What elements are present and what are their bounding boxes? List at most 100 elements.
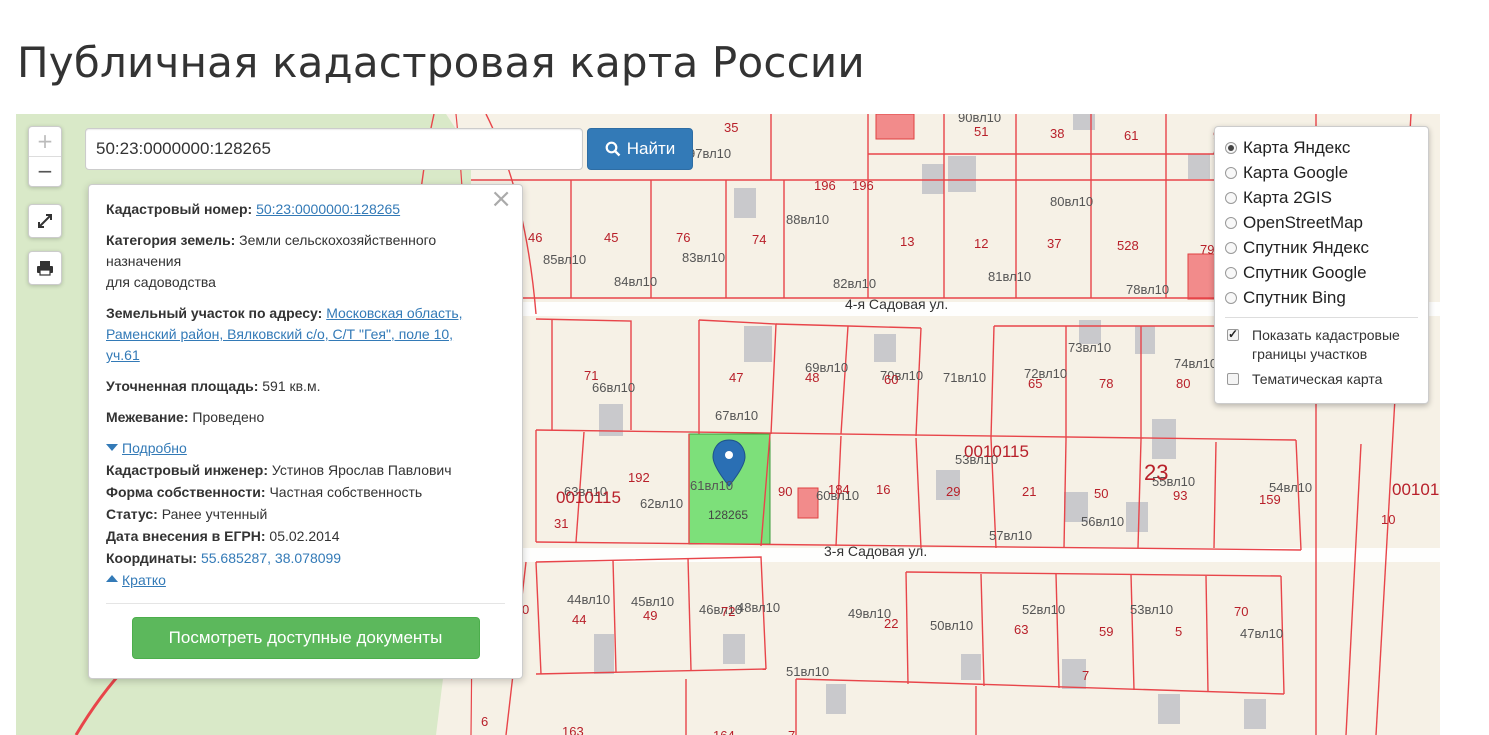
plot-label: 196: [852, 178, 874, 193]
land-category-value-3: для садоводства: [106, 274, 216, 290]
base-layer-options: Карта Яндекс Карта Google Карта 2GIS OpenSt…: [1225, 135, 1418, 310]
print-button[interactable]: [28, 251, 62, 285]
plot-label: 51: [974, 124, 989, 139]
street-label: 4-я Садовая ул.: [845, 296, 949, 312]
layer-radio[interactable]: [1225, 216, 1237, 229]
address-link-2[interactable]: Раменский район, Вялковский с/о, С/Т "Ге…: [106, 326, 453, 342]
quarter-label: 0010115: [556, 488, 621, 507]
plot-label: 74: [752, 232, 767, 247]
thematic-map-option[interactable]: Тематическая карта: [1225, 370, 1418, 389]
plot-label: 47: [729, 370, 744, 385]
street-label: 3-я Садовая ул.: [824, 543, 928, 559]
printer-icon: [37, 261, 53, 276]
area-label: Уточненная площадь:: [106, 378, 259, 394]
more-toggle[interactable]: Подробно: [122, 440, 187, 456]
coords-link[interactable]: 55.685287, 38.078099: [201, 550, 341, 566]
block-number-label: 23: [1144, 460, 1169, 485]
plot-label: 7: [788, 728, 795, 735]
plot-label: 97вл10: [688, 146, 732, 161]
quarter-label: 00101: [1392, 480, 1440, 499]
layer-option[interactable]: Спутник Яндекс: [1225, 235, 1418, 260]
land-category-row: Категория земель: Земли сельскохозяйстве…: [106, 230, 505, 293]
plot-label: 85вл10: [543, 252, 587, 267]
plot-label: 83вл10: [682, 250, 726, 265]
plot-label: 164: [713, 728, 735, 735]
search-button[interactable]: Найти: [587, 128, 693, 170]
layer-radio[interactable]: [1225, 291, 1237, 304]
show-boundaries-label: Показать кадастровые границы участков: [1252, 327, 1400, 362]
plot-label: 49: [643, 608, 658, 623]
ownership-value: Частная собственность: [269, 484, 423, 500]
plot-label: 56вл10: [1081, 514, 1125, 529]
zoom-out-button[interactable]: −: [29, 157, 61, 186]
plot-label: 31: [554, 516, 569, 531]
popup-divider: [106, 603, 505, 604]
zoom-in-button[interactable]: +: [29, 127, 61, 156]
coords-row: Координаты: 55.685287, 38.078099: [106, 548, 505, 569]
layer-option[interactable]: Спутник Bing: [1225, 285, 1418, 310]
cadastral-number-link[interactable]: 50:23:0000000:128265: [256, 201, 400, 217]
thematic-map-checkbox[interactable]: [1227, 373, 1239, 385]
layer-option[interactable]: Карта Google: [1225, 160, 1418, 185]
plot-label: 67вл10: [715, 408, 759, 423]
plot-label: 76: [676, 230, 691, 245]
survey-value: Проведено: [192, 409, 265, 425]
plot-label: 63: [1014, 622, 1029, 637]
plot-label: 59: [1099, 624, 1114, 639]
plot-label: 52вл10: [1022, 602, 1066, 617]
plot-label: 184: [828, 482, 850, 497]
layer-radio[interactable]: [1225, 241, 1237, 254]
plot-label: 7: [1082, 668, 1090, 683]
layer-option[interactable]: Карта 2GIS: [1225, 185, 1418, 210]
plot-label: 5: [1175, 624, 1183, 639]
layer-option-label: Карта Google: [1243, 162, 1349, 182]
cadastral-number-row: Кадастровый номер: 50:23:0000000:128265: [106, 199, 505, 220]
fullscreen-button[interactable]: [28, 204, 62, 238]
search-icon: [605, 141, 621, 157]
map-view[interactable]: 3590вл10513861919397вл1019619688вл1080вл…: [16, 114, 1440, 735]
layer-option-label: Карта 2GIS: [1243, 187, 1332, 207]
cadastral-number-label: Кадастровый номер:: [106, 201, 253, 217]
layer-radio[interactable]: [1225, 191, 1237, 204]
layer-option[interactable]: Спутник Google: [1225, 260, 1418, 285]
layer-option-label: Спутник Яндекс: [1243, 237, 1369, 257]
plot-label: 48вл10: [737, 600, 781, 615]
layer-radio[interactable]: [1225, 141, 1237, 154]
plot-label: 79: [1200, 242, 1215, 257]
address-label: Земельный участок по адресу:: [106, 305, 323, 321]
plot-label: 57вл10: [989, 528, 1033, 543]
plot-label: 47вл10: [1240, 626, 1284, 641]
show-boundaries-checkbox[interactable]: [1227, 325, 1239, 344]
plot-label: 0: [522, 602, 530, 617]
ownership-row: Форма собственности: Частная собственнос…: [106, 482, 505, 503]
plot-label: 71вл10: [943, 370, 987, 385]
close-icon[interactable]: ×: [490, 186, 512, 212]
plot-label: 78вл10: [1126, 282, 1170, 297]
plot-label: 44: [572, 612, 587, 627]
plot-label: 88вл10: [786, 212, 830, 227]
address-link-3[interactable]: уч.61: [106, 347, 140, 363]
less-toggle[interactable]: Кратко: [122, 572, 166, 588]
plot-label: 80вл10: [1050, 194, 1094, 209]
area-row: Уточненная площадь: 591 кв.м.: [106, 376, 505, 397]
view-documents-button[interactable]: Посмотреть доступные документы: [131, 617, 480, 659]
quarter-label: 0010115: [964, 442, 1029, 461]
layer-radio[interactable]: [1225, 166, 1237, 179]
plot-label: 93: [1173, 488, 1188, 503]
layer-radio[interactable]: [1225, 266, 1237, 279]
show-boundaries-option[interactable]: Показать кадастровыеграницы участков: [1225, 325, 1418, 364]
engineer-row: Кадастровый инженер: Устинов Ярослав Пав…: [106, 460, 505, 481]
plot-label: 50: [1094, 486, 1109, 501]
plot-label: 72: [721, 604, 736, 619]
page-title: Публичная кадастровая карта России: [17, 38, 865, 87]
layer-divider: [1225, 317, 1418, 318]
plot-label: 81вл10: [988, 269, 1032, 284]
plot-label: 16: [876, 482, 891, 497]
plot-label: 66вл10: [592, 380, 636, 395]
plot-label: 35: [724, 120, 739, 135]
cadastral-search-input[interactable]: [85, 128, 583, 170]
plot-label: 10: [1381, 512, 1396, 527]
layer-option[interactable]: Карта Яндекс: [1225, 135, 1418, 160]
address-link-1[interactable]: Московская область,: [326, 305, 462, 321]
layer-option[interactable]: OpenStreetMap: [1225, 210, 1418, 235]
